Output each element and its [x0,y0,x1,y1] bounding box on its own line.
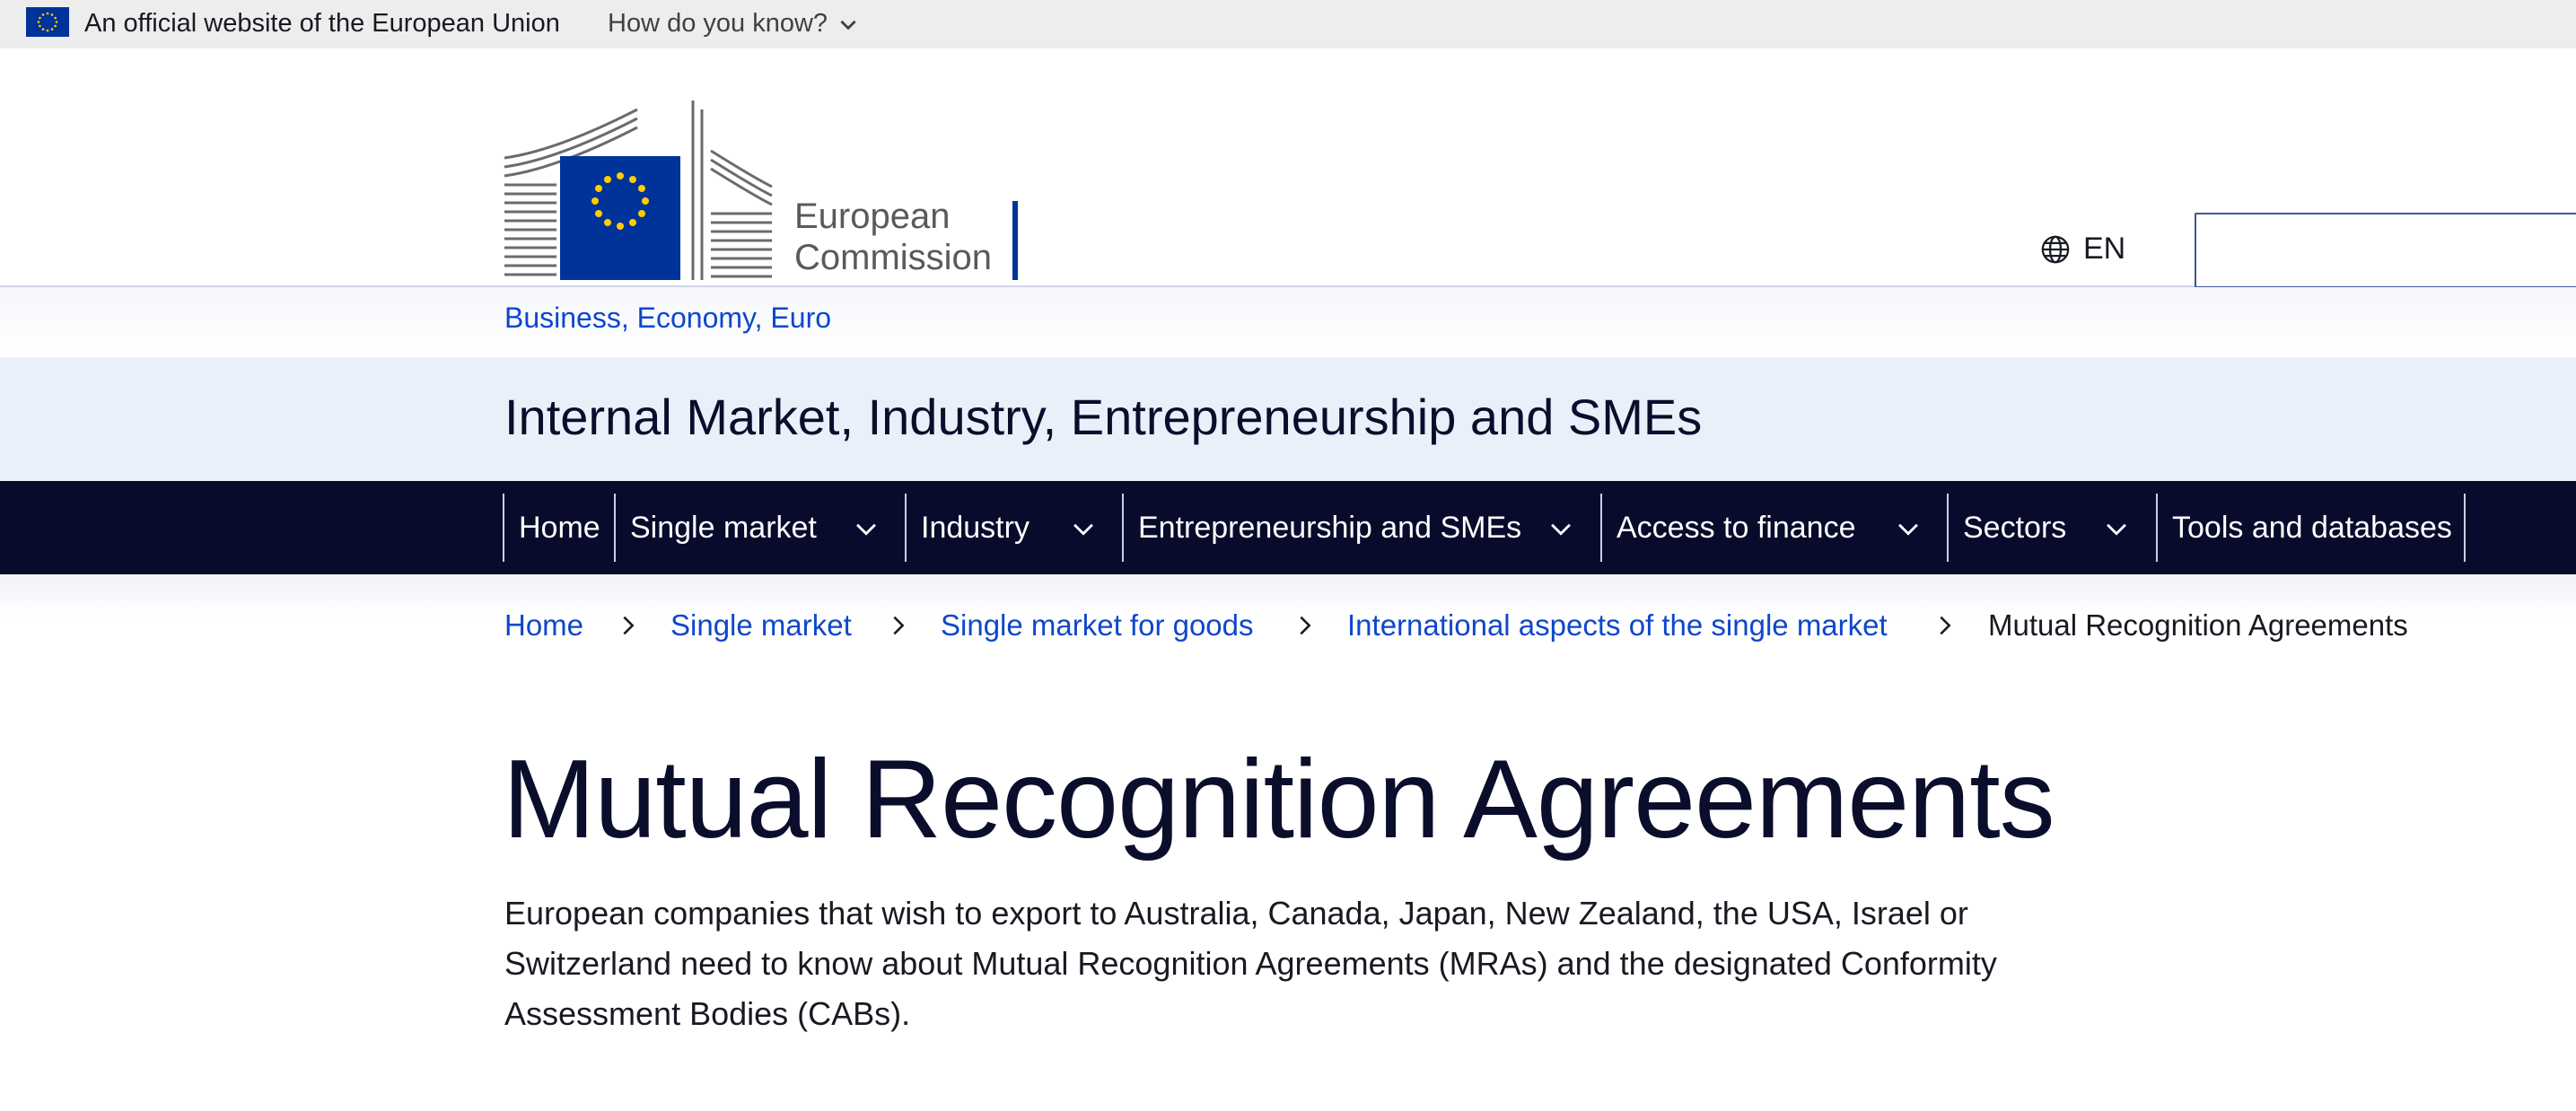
official-eu-bar: An official website of the European Unio… [0,0,2576,48]
breadcrumb-single-market[interactable]: Single market [670,608,852,643]
eu-flag-icon [26,7,69,37]
breadcrumb-home[interactable]: Home [504,608,583,643]
nav-item-industry[interactable]: Industry [905,494,1122,562]
nav-item-sectors[interactable]: Sectors [1947,494,2156,562]
nav-item-home[interactable]: Home [503,494,614,562]
site-name-band: Internal Market, Industry, Entrepreneurs… [0,357,2576,481]
chevron-down-icon [856,523,876,536]
site-header: European Commission EN [0,48,2576,288]
chevron-down-icon [1073,523,1093,536]
nav-item-label: Tools and databases [2172,510,2452,545]
breadcrumb-international-aspects[interactable]: International aspects of the single mark… [1347,608,1888,643]
globe-icon [2041,235,2070,263]
language-code: EN [2083,232,2126,266]
chevron-right-icon [1300,616,1311,635]
nav-item-label: Sectors [1963,510,2067,545]
official-website-text: An official website of the European Unio… [84,9,560,38]
nav-item-label: Entrepreneurship and SMEs [1138,510,1522,545]
site-name[interactable]: Internal Market, Industry, Entrepreneurs… [504,388,1702,446]
breadcrumb-current-page: Mutual Recognition Agreements [1988,608,2408,642]
how-do-you-know-label: How do you know? [608,9,828,38]
chevron-down-icon [1898,523,1918,536]
breadcrumb-single-market-for-goods[interactable]: Single market for goods [941,608,1254,643]
search-input[interactable] [2195,213,2576,288]
nav-item-label: Home [519,510,600,545]
chevron-down-icon [2107,523,2126,536]
main-navigation: Home Single market Industry Entrepreneur… [0,481,2576,574]
chevron-right-icon [1940,616,1951,635]
chevron-down-icon [1551,523,1571,536]
parent-site-link[interactable]: Business, Economy, Euro [504,302,831,335]
chevron-right-icon [893,616,905,635]
nav-divider [2464,494,2466,562]
nav-item-label: Access to finance [1617,510,1856,545]
how-do-you-know-toggle[interactable]: How do you know? [608,9,860,39]
breadcrumb: Home Single market Single market for goo… [0,574,2576,682]
nav-item-single-market[interactable]: Single market [614,494,905,562]
nav-item-label: Industry [921,510,1030,545]
chevron-down-icon [840,20,856,30]
logo-text-european: European [794,197,950,236]
nav-item-label: Single market [630,510,817,545]
site-parent-bar: Business, Economy, Euro [0,287,2576,357]
page-lead-paragraph: European companies that wish to export t… [504,895,1997,1032]
page-title: Mutual Recognition Agreements [503,738,2055,862]
language-selector[interactable]: EN [2040,232,2125,267]
logo-text-commission: Commission [794,238,992,277]
nav-item-access-to-finance[interactable]: Access to finance [1600,494,1947,562]
european-commission-logo[interactable]: European Commission [503,97,1023,285]
chevron-right-icon [623,616,635,635]
nav-item-tools-and-databases[interactable]: Tools and databases [2156,494,2464,562]
nav-item-entrepreneurship[interactable]: Entrepreneurship and SMEs [1122,494,1600,562]
